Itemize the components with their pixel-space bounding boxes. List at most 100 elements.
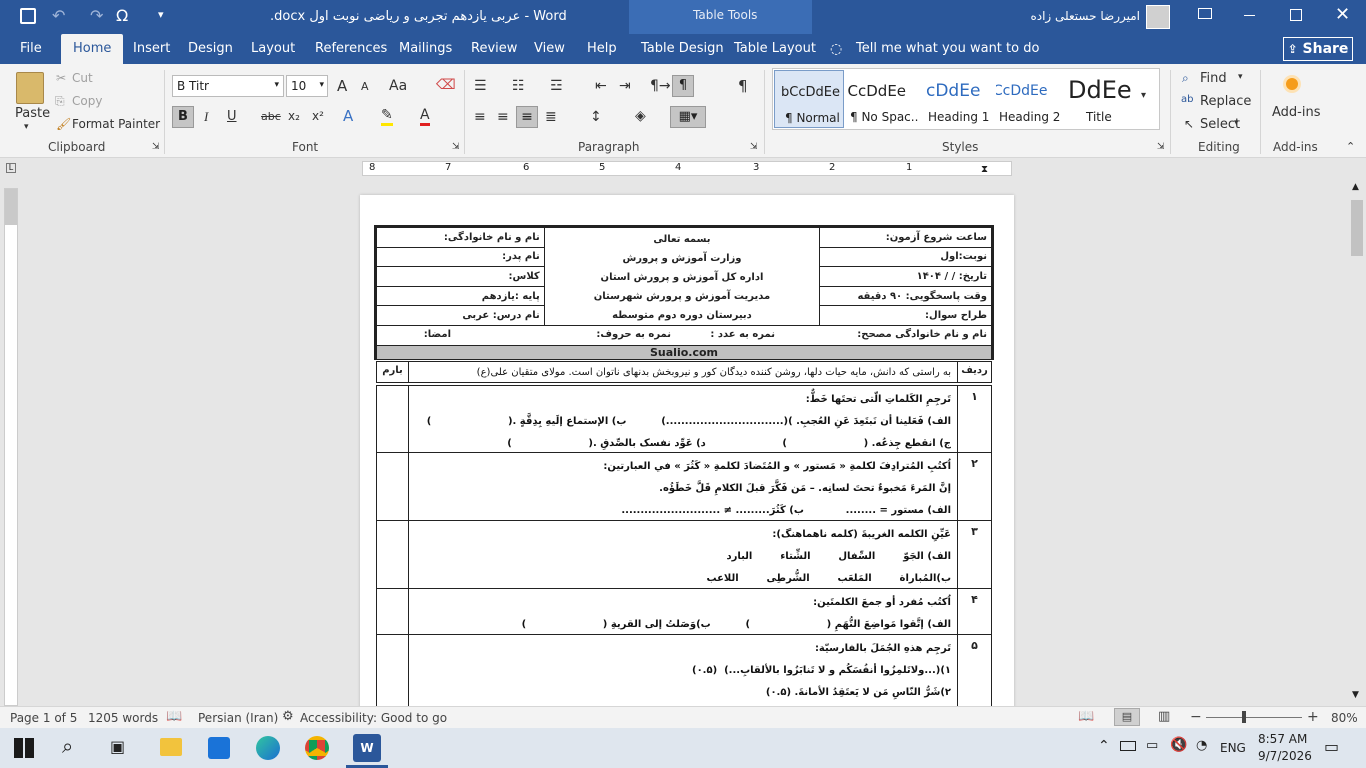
network-icon[interactable]: ◔: [1196, 738, 1207, 753]
font-name-select[interactable]: B Titr ▾: [172, 75, 284, 97]
align-center-icon[interactable]: ≡: [497, 109, 509, 125]
undo-icon[interactable]: ↶: [52, 6, 65, 25]
shrink-font-icon[interactable]: A: [361, 80, 369, 93]
underline-button[interactable]: U: [227, 109, 237, 124]
volume-muted-icon[interactable]: 🔇: [1170, 737, 1187, 753]
strikethrough-button[interactable]: abc: [261, 110, 281, 123]
line-spacing-icon[interactable]: ↕: [590, 109, 602, 125]
lightbulb-icon[interactable]: ◌: [830, 34, 842, 64]
style-no-spacing[interactable]: bCcDdEe ¶ No Spac...: [848, 70, 918, 128]
replace-button[interactable]: Replace: [1200, 94, 1251, 109]
tab-table-layout[interactable]: Table Layout: [734, 34, 816, 64]
search-icon[interactable]: ⌕: [62, 734, 73, 758]
close-icon[interactable]: ✕: [1335, 4, 1350, 25]
bullets-icon[interactable]: ☰: [474, 78, 487, 94]
chrome-icon[interactable]: [305, 736, 329, 760]
styles-more-icon[interactable]: ▾: [1141, 90, 1146, 101]
align-right-button[interactable]: ≡: [516, 106, 538, 128]
proofing-icon[interactable]: 📖: [166, 709, 182, 724]
scroll-thumb[interactable]: [1351, 200, 1363, 256]
store-icon[interactable]: [208, 737, 230, 759]
italic-button[interactable]: I: [204, 109, 208, 125]
clear-formatting-icon[interactable]: ⌫: [436, 77, 456, 93]
device-icon[interactable]: ▭: [1146, 738, 1158, 753]
redo-icon[interactable]: ↷: [90, 6, 103, 25]
edge-icon[interactable]: [256, 736, 280, 760]
zoom-out-icon[interactable]: −: [1190, 709, 1202, 725]
ribbon-display-icon[interactable]: [1198, 8, 1212, 19]
qat-customize-icon[interactable]: ▾: [158, 8, 164, 21]
show-formatting-icon[interactable]: ¶: [738, 77, 748, 95]
windows-start-icon[interactable]: [14, 738, 34, 758]
page-count[interactable]: Page 1 of 5: [10, 711, 77, 725]
tab-review[interactable]: Review: [471, 34, 517, 64]
read-mode-icon[interactable]: 📖: [1078, 709, 1094, 724]
tell-me-search[interactable]: Tell me what you want to do: [856, 34, 1039, 64]
tab-references[interactable]: References: [315, 34, 387, 64]
avatar[interactable]: [1146, 5, 1170, 29]
word-taskbar-icon[interactable]: W: [353, 734, 381, 762]
increase-indent-icon[interactable]: ⇥: [619, 78, 631, 94]
zoom-thumb[interactable]: [1242, 711, 1246, 723]
tab-layout[interactable]: Layout: [251, 34, 295, 64]
zoom-in-icon[interactable]: +: [1307, 709, 1319, 725]
language-status[interactable]: Persian (Iran): [198, 711, 278, 725]
word-count[interactable]: 1205 words: [88, 711, 158, 725]
font-launcher-icon[interactable]: ⇲: [452, 142, 460, 152]
clipboard-launcher-icon[interactable]: ⇲: [152, 142, 160, 152]
paste-button[interactable]: Paste: [15, 106, 50, 121]
tab-insert[interactable]: Insert: [133, 34, 170, 64]
ltr-direction-icon[interactable]: ¶→: [650, 78, 671, 94]
paste-icon[interactable]: [16, 72, 44, 104]
tray-chevron-icon[interactable]: ⌃: [1098, 738, 1110, 754]
scroll-up-icon[interactable]: ▲: [1352, 182, 1359, 192]
zoom-level[interactable]: 80%: [1331, 711, 1358, 725]
format-painter-button[interactable]: Format Painter: [72, 117, 160, 131]
cut-button[interactable]: Cut: [72, 71, 93, 85]
decrease-indent-icon[interactable]: ⇤: [595, 78, 607, 94]
minimize-icon[interactable]: [1244, 15, 1255, 16]
borders-button[interactable]: ▦▾: [670, 106, 706, 128]
tab-help[interactable]: Help: [587, 34, 617, 64]
style-normal[interactable]: bCcDdEe ¶ Normal: [774, 70, 844, 128]
text-effects-icon[interactable]: A: [343, 107, 353, 125]
styles-launcher-icon[interactable]: ⇲: [1157, 142, 1165, 152]
align-left-icon[interactable]: ≡: [474, 109, 486, 125]
highlight-icon[interactable]: ✎: [381, 107, 393, 126]
share-button[interactable]: ⇪ Share: [1283, 37, 1353, 61]
paste-dropdown-icon[interactable]: ▾: [24, 122, 29, 132]
superscript-button[interactable]: x²: [312, 109, 324, 123]
bold-button[interactable]: B: [172, 106, 194, 128]
vertical-scrollbar[interactable]: ▲ ▼: [1348, 180, 1366, 706]
notifications-icon[interactable]: ▭: [1324, 737, 1339, 756]
find-button[interactable]: Find: [1200, 71, 1227, 86]
input-language[interactable]: ENG: [1220, 741, 1246, 755]
paragraph-launcher-icon[interactable]: ⇲: [750, 142, 758, 152]
numbering-icon[interactable]: ☷: [512, 78, 525, 94]
horizontal-ruler[interactable]: L 8 7 6 5 4 3 2 1 ⧗: [0, 158, 1366, 180]
tab-mailings[interactable]: Mailings: [399, 34, 452, 64]
task-view-icon[interactable]: ▣: [110, 737, 125, 756]
collapse-ribbon-icon[interactable]: ⌃: [1346, 140, 1355, 153]
tab-file[interactable]: File: [20, 34, 42, 64]
battery-icon[interactable]: [1120, 741, 1136, 751]
tab-selector-icon[interactable]: L: [6, 163, 16, 173]
grow-font-icon[interactable]: A: [337, 77, 347, 95]
tab-table-design[interactable]: Table Design: [641, 34, 724, 64]
maximize-icon[interactable]: [1290, 9, 1302, 21]
multilevel-list-icon[interactable]: ☲: [550, 78, 563, 94]
clock-time[interactable]: 8:57 AM: [1258, 732, 1307, 746]
addins-button[interactable]: Add-ins: [1272, 105, 1320, 120]
font-size-select[interactable]: 10 ▾: [286, 75, 328, 97]
document-page[interactable]: نام و نام خانوادگی: بسمه تعالی وزارت آمو…: [360, 195, 1014, 715]
symbol-icon[interactable]: Ω: [116, 6, 128, 25]
style-heading-1[interactable]: cDdEe Heading 1: [922, 70, 992, 128]
zoom-slider[interactable]: [1206, 717, 1302, 718]
rtl-direction-button[interactable]: ¶: [672, 75, 694, 97]
style-heading-2[interactable]: bCcDdEe Heading 2: [996, 70, 1066, 128]
accessibility-status[interactable]: Accessibility: Good to go: [300, 711, 447, 725]
print-layout-icon[interactable]: ▤: [1114, 708, 1140, 726]
font-color-icon[interactable]: A: [420, 107, 430, 126]
subscript-button[interactable]: x₂: [288, 109, 300, 123]
accessibility-icon[interactable]: ⚙: [282, 709, 294, 724]
